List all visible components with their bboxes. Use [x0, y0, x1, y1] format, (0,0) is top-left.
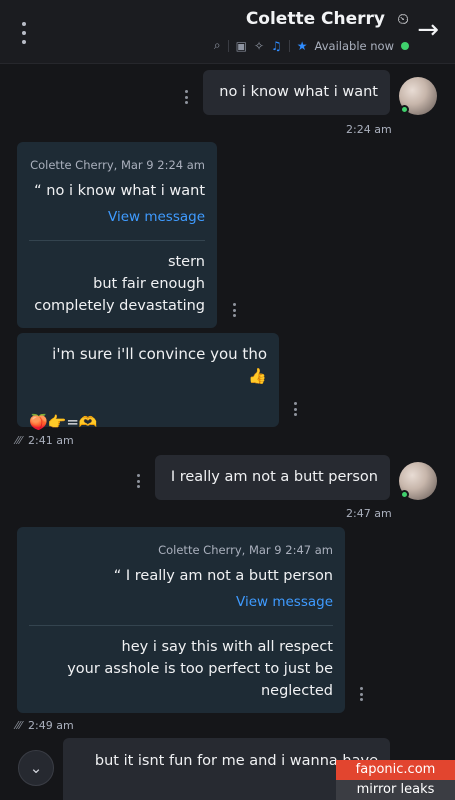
quote-author: Colette Cherry, Mar 9 2:24 am	[30, 158, 205, 172]
divider	[288, 39, 290, 52]
message-bubble[interactable]: no i know what i want	[203, 70, 390, 115]
back-arrow-icon[interactable]: →	[417, 16, 439, 44]
more-options-icon[interactable]	[16, 22, 32, 44]
reply-bubble[interactable]: Colette Cherry, Mar 9 2:24 am “ no i kno…	[17, 142, 217, 328]
message-menu-icon[interactable]	[231, 303, 237, 317]
online-status-dot	[400, 490, 409, 499]
message-bubble[interactable]: I really am not a butt person	[155, 455, 390, 500]
avatar[interactable]	[399, 77, 437, 115]
message-time-row: ⁄⁄⁄2:49 am	[20, 719, 74, 732]
watermark-site: faponic.com	[336, 760, 455, 780]
online-status-dot	[401, 41, 409, 50]
quote-divider	[29, 625, 333, 626]
contact-name[interactable]: Colette Cherry	[246, 9, 385, 29]
reply-text: stern but fair enough completely devasta…	[34, 254, 205, 314]
watermark: faponic.com mirror leaks	[336, 760, 455, 800]
message-text: I really am not a butt person	[170, 469, 378, 485]
search-icon[interactable]: ⌕	[214, 38, 221, 53]
quote-divider	[29, 240, 205, 241]
pin-icon[interactable]: ✧	[254, 39, 264, 53]
message-time: 2:47 am	[346, 507, 392, 520]
header-toolbar: ⌕ ▣ ✧ ♫ ★ Available now	[214, 38, 409, 53]
name-emoji: ⏲	[397, 10, 409, 28]
message-time: 2:49 am	[28, 719, 74, 732]
quote-text: “ I really am not a butt person	[113, 568, 333, 584]
message-menu-icon[interactable]	[135, 474, 141, 488]
chat-header: Colette Cherry ⏲ ⌕ ▣ ✧ ♫ ★ Available now…	[0, 0, 455, 64]
emoji-line: 🍑👉=🫶	[29, 413, 98, 431]
avatar[interactable]	[399, 462, 437, 500]
message-time-row: ⁄⁄⁄2:41 am	[20, 434, 74, 447]
message-text: but it isnt fun for me and i wanna have	[94, 753, 378, 769]
bell-icon[interactable]: ♫	[271, 39, 282, 53]
status-text: Available now	[314, 38, 394, 53]
message-bubble[interactable]: i'm sure i'll convince you tho 👍 🍑👉=🫶	[17, 333, 279, 431]
quote-author: Colette Cherry, Mar 9 2:47 am	[158, 543, 333, 557]
message-text: i'm sure i'll convince you tho 👍	[52, 345, 267, 385]
reply-bubble[interactable]: Colette Cherry, Mar 9 2:47 am “ I really…	[17, 527, 345, 713]
online-status-dot	[400, 105, 409, 114]
divider	[227, 39, 229, 52]
message-time: 2:41 am	[28, 434, 74, 447]
message-text: no i know what i want	[219, 84, 378, 100]
reply-text: hey i say this with all respect your ass…	[67, 639, 333, 699]
watermark-caption: mirror leaks	[336, 780, 455, 800]
message-menu-icon[interactable]	[292, 402, 298, 416]
message-menu-icon[interactable]	[358, 687, 364, 701]
message-menu-icon[interactable]	[183, 90, 189, 104]
message-time: 2:24 am	[346, 123, 392, 136]
scroll-to-bottom-button[interactable]: ⌄	[18, 750, 54, 786]
quote-text: “ no i know what i want	[34, 183, 205, 199]
star-icon[interactable]: ★	[297, 39, 308, 53]
view-message-link[interactable]: View message	[29, 591, 333, 613]
media-icon[interactable]: ▣	[236, 39, 247, 53]
view-message-link[interactable]: View message	[29, 206, 205, 228]
